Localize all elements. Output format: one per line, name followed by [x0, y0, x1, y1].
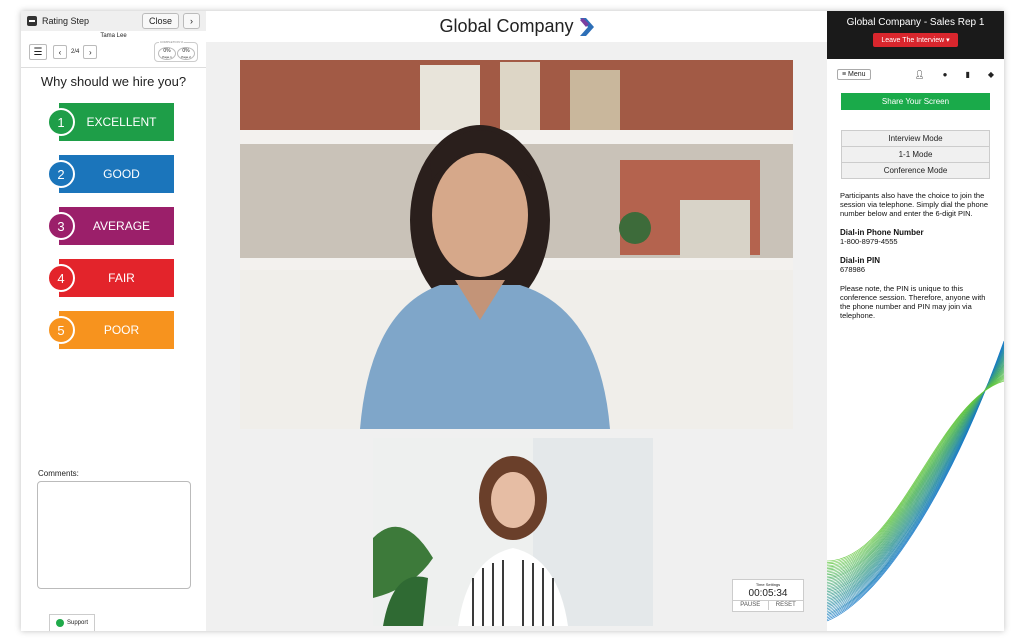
session-title: Global Company - Sales Rep 1 [846, 17, 985, 28]
app-window: Rating Step Close › Tama Lee ☰ ‹ 2/4 › C… [21, 11, 1004, 631]
rating-option-good[interactable]: GOOD 2 [21, 155, 206, 193]
candidate-name: Tama Lee [100, 33, 127, 39]
share-screen-button[interactable]: Share Your Screen [841, 93, 990, 110]
wave-line [827, 348, 1004, 611]
rating-number: 2 [47, 160, 75, 188]
next-arrow-button[interactable]: › [183, 13, 200, 29]
rating-panel: Rating Step Close › Tama Lee ☰ ‹ 2/4 › C… [21, 11, 207, 631]
candidate-video-image [240, 60, 793, 429]
pin-label: Dial-in PIN [840, 256, 881, 265]
dial-in-label: Dial-in Phone Number [840, 228, 924, 237]
question-text: Why should we hire you? [40, 74, 187, 89]
completion-page-1: 0% Page 1 [158, 47, 176, 60]
decorative-waves [827, 340, 1004, 622]
comments-label: Comments: [38, 469, 79, 478]
interviewer-video-image [373, 438, 653, 626]
rating-option-average[interactable]: AVERAGE 3 [21, 207, 206, 245]
page-indicator: 2/4 [71, 49, 80, 55]
question-nav: ☰ ‹ 2/4 › COMPLETION % 0% Page 1 0% Page 2 [21, 40, 206, 63]
rating-number: 5 [47, 316, 75, 344]
main-video-feed[interactable] [240, 60, 793, 429]
rating-bar: AVERAGE [59, 207, 174, 245]
rating-step-icon [27, 16, 37, 26]
completion-label: COMPLETION % [159, 40, 185, 44]
rating-option-fair[interactable]: FAIR 4 [21, 259, 206, 297]
comments-textarea[interactable] [37, 481, 191, 589]
rating-bar: GOOD [59, 155, 174, 193]
reset-button[interactable]: RESET [769, 601, 804, 610]
close-button[interactable]: Close [141, 13, 179, 29]
pause-button[interactable]: PAUSE [733, 601, 769, 610]
menu-button[interactable]: ≡ Menu [837, 68, 871, 80]
rating-number: 3 [47, 212, 75, 240]
timer-widget: Time Settings 00:05:34 PAUSE RESET [732, 579, 804, 612]
wave-line [827, 355, 1004, 600]
wave-line [827, 341, 1004, 620]
rating-bar: POOR [59, 311, 174, 349]
support-label: Support [66, 620, 88, 626]
document-icon[interactable]: ▮ [965, 70, 969, 79]
pin-value: 678986 [840, 265, 866, 274]
wave-line [827, 356, 1004, 599]
next-question-button[interactable]: › [83, 45, 98, 59]
rating-option-excellent[interactable]: EXCELLENT 1 [21, 103, 206, 141]
rating-step-title: Rating Step [42, 16, 90, 26]
completion-page-2: 0% Page 2 [177, 47, 195, 60]
rating-options: EXCELLENT 1 GOOD 2 AVERAGE 3 FAIR 4 POOR… [21, 103, 206, 349]
list-icon[interactable]: ☰ [29, 44, 47, 60]
rating-option-poor[interactable]: POOR 5 [21, 311, 206, 349]
chat-icon[interactable]: ● [943, 70, 948, 79]
session-header: Global Company - Sales Rep 1 Leave The I… [827, 11, 1004, 59]
prev-question-button[interactable]: ‹ [53, 45, 67, 59]
session-panel: Global Company - Sales Rep 1 Leave The I… [827, 11, 1004, 631]
timer-label: Time Settings [755, 582, 781, 587]
conference-mode-button[interactable]: Conference Mode [842, 163, 989, 178]
one-on-one-mode-button[interactable]: 1-1 Mode [842, 147, 989, 163]
interview-mode-button[interactable]: Interview Mode [842, 131, 989, 147]
wave-line [827, 357, 1004, 597]
dial-in-number: 1-800-8979-4555 [840, 237, 898, 246]
rating-bar: FAIR [59, 259, 174, 297]
telephone-note: Participants also have the choice to joi… [840, 191, 989, 218]
wave-line [827, 349, 1004, 609]
completion-widget: COMPLETION % 0% Page 1 0% Page 2 [154, 40, 198, 62]
company-name: Global Company [439, 16, 574, 36]
wave-line [827, 347, 1004, 613]
divider [21, 67, 206, 68]
mode-selector: Interview Mode 1-1 Mode Conference Mode [841, 130, 990, 179]
video-area: Global Company Time Settings 00:05:34 PA… [206, 11, 827, 631]
interviewer-video-feed[interactable] [373, 438, 653, 626]
wave-line [827, 358, 1004, 596]
user-icon[interactable]: 👤︎ [914, 70, 924, 79]
rating-number: 1 [47, 108, 75, 136]
rating-panel-header: Rating Step Close › [21, 11, 206, 31]
company-header: Global Company [206, 11, 827, 42]
support-button[interactable]: Support [49, 614, 95, 631]
session-toolbar: ≡ Menu 👤︎ ● ▮ ◆ [827, 63, 1004, 85]
wave-line [827, 368, 1004, 580]
rating-bar: EXCELLENT [59, 103, 174, 141]
leave-interview-button[interactable]: Leave The Interview ▾ [873, 33, 958, 47]
wave-line [827, 350, 1004, 608]
company-logo-icon [579, 17, 594, 36]
tag-icon[interactable]: ◆ [988, 70, 994, 79]
support-icon [55, 619, 64, 627]
rating-number: 4 [47, 264, 75, 292]
timer-value: 00:05:34 [748, 588, 788, 599]
